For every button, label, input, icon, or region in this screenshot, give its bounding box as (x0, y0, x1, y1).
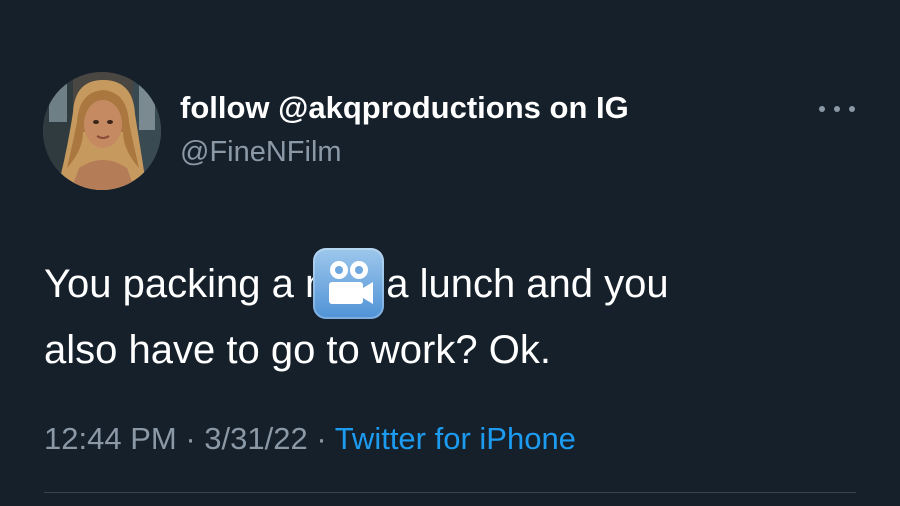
more-icon-dot (834, 106, 840, 112)
more-options-button[interactable] (816, 95, 858, 123)
tweet-meta: 12:44 PM · 3/31/22 · Twitter for iPhone (44, 421, 576, 457)
tweet-date[interactable]: 3/31/22 (204, 421, 307, 456)
profile-photo-icon (43, 72, 161, 190)
divider (44, 492, 856, 493)
source-link[interactable]: Twitter for iPhone (335, 421, 576, 456)
tweet-time[interactable]: 12:44 PM (44, 421, 177, 456)
tweet-text-segment: You packing a n (44, 262, 328, 306)
tweet-text-line-2: also have to go to work? Ok. (44, 328, 551, 372)
handle[interactable]: @FineNFilm (180, 136, 342, 169)
meta-separator: · (307, 421, 335, 456)
movie-camera-emoji-icon (313, 248, 385, 319)
meta-separator: · (176, 421, 205, 456)
tweet-text-line-1: You packing a n a lunch and you (44, 248, 864, 319)
tweet: follow @akqproductions on IG @FineNFilm … (0, 0, 900, 506)
avatar[interactable] (43, 72, 161, 190)
tweet-text: You packing a n a lunch and you also have… (44, 248, 864, 381)
more-icon-dot (819, 106, 825, 112)
more-icon-dot (849, 106, 855, 112)
display-name[interactable]: follow @akqproductions on IG (180, 90, 629, 126)
tweet-text-segment: a lunch and you (386, 262, 669, 306)
